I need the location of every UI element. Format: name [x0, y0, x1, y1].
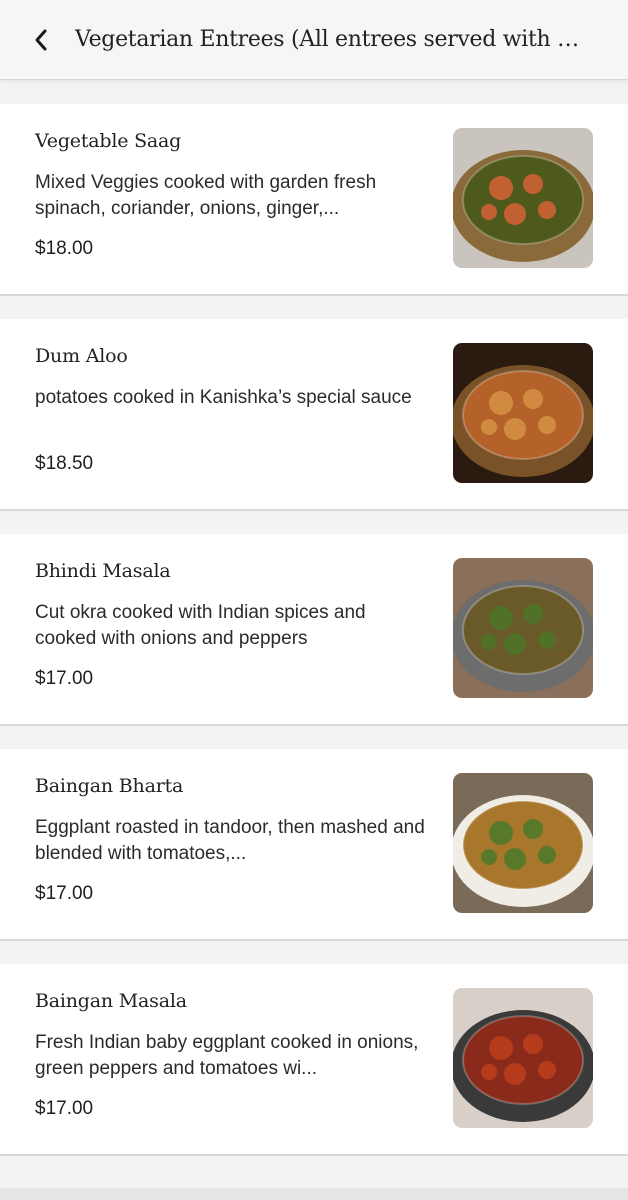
item-photo[interactable] — [453, 558, 593, 698]
item-photo[interactable] — [453, 988, 593, 1128]
food-photo-image — [453, 128, 593, 268]
item-name: Vegetable Saag — [35, 130, 182, 152]
menu-item-list: Vegetable Saag Mixed Veggies cooked with… — [0, 104, 628, 1179]
menu-item-card[interactable]: Vegetable Saag Mixed Veggies cooked with… — [0, 104, 628, 296]
top-app-bar: Vegetarian Entrees (All entrees served w… — [0, 0, 628, 80]
item-name: Baingan Bharta — [35, 775, 184, 797]
item-photo[interactable] — [453, 343, 593, 483]
item-price: $17.00 — [35, 883, 94, 904]
food-photo-image — [453, 343, 593, 483]
item-description: potatoes cooked in Kanishka’s special sa… — [35, 387, 412, 408]
item-price: $17.00 — [35, 1098, 94, 1119]
item-description: Cut okra cooked with Indian spices and c… — [35, 602, 366, 649]
item-description: Eggplant roasted in tandoor, then mashed… — [35, 817, 425, 864]
item-name: Dum Aloo — [35, 345, 128, 367]
item-name: Baingan Masala — [35, 990, 187, 1012]
food-photo-image — [453, 988, 593, 1128]
item-photo[interactable] — [453, 128, 593, 268]
menu-item-card[interactable]: Bhindi Masala Cut okra cooked with India… — [0, 534, 628, 726]
item-price: $17.00 — [35, 668, 94, 689]
item-price: $18.00 — [35, 238, 94, 259]
chevron-left-icon — [35, 29, 47, 50]
menu-item-card[interactable]: Baingan Masala Fresh Indian baby eggplan… — [0, 964, 628, 1156]
item-name: Bhindi Masala — [35, 560, 171, 582]
item-description: Mixed Veggies cooked with garden fresh s… — [35, 172, 377, 219]
item-description: Fresh Indian baby eggplant cooked in oni… — [35, 1032, 419, 1079]
food-photo-image — [453, 773, 593, 913]
back-button[interactable] — [26, 20, 56, 60]
food-photo-image — [453, 558, 593, 698]
item-price: $18.50 — [35, 453, 94, 474]
page-title: Vegetarian Entrees (All entrees served w… — [75, 27, 590, 52]
menu-item-card[interactable]: Baingan Bharta Eggplant roasted in tando… — [0, 749, 628, 941]
item-photo[interactable] — [453, 773, 593, 913]
menu-item-card[interactable]: Dum Aloo potatoes cooked in Kanishka’s s… — [0, 319, 628, 511]
next-card-edge — [0, 1188, 628, 1200]
